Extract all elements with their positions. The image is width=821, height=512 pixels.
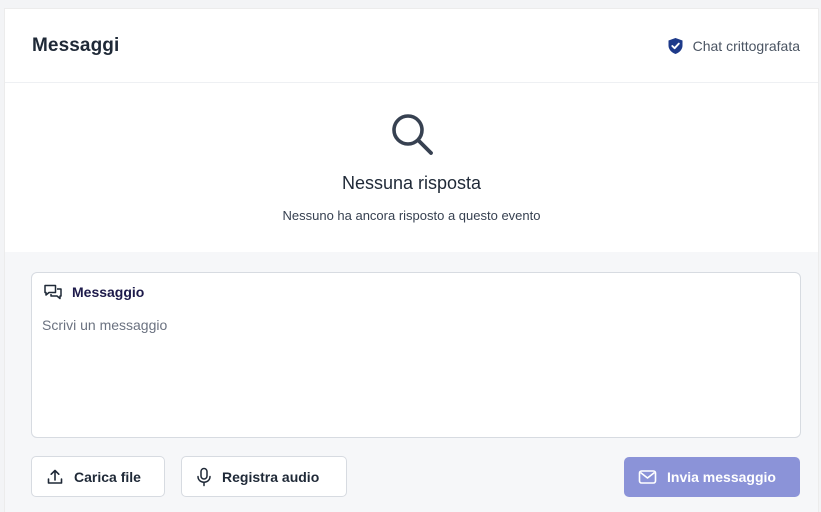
search-icon	[389, 111, 435, 157]
encryption-label: Chat crittografata	[692, 37, 800, 54]
message-input[interactable]	[42, 317, 790, 427]
envelope-icon	[638, 469, 657, 485]
messages-panel: Messaggi Chat crittografata Nessuna risp…	[4, 8, 819, 512]
upload-icon	[46, 468, 64, 486]
page-title: Messaggi	[32, 34, 120, 56]
chat-bubbles-icon	[43, 283, 63, 301]
send-message-label: Invia messaggio	[667, 469, 776, 485]
empty-state-subtitle: Nessuno ha ancora risposto a questo even…	[282, 208, 541, 223]
upload-file-button[interactable]: Carica file	[31, 456, 165, 497]
message-composer: Messaggio Carica file Registra au	[5, 252, 818, 512]
encryption-badge: Chat crittografata	[667, 37, 800, 55]
shield-check-icon	[667, 37, 684, 55]
empty-state: Nessuna risposta Nessuno ha ancora rispo…	[5, 83, 818, 251]
microphone-icon	[196, 467, 212, 487]
message-label-text: Messaggio	[72, 284, 145, 300]
record-audio-button[interactable]: Registra audio	[181, 456, 347, 497]
upload-file-label: Carica file	[74, 468, 141, 485]
send-message-button[interactable]: Invia messaggio	[624, 457, 800, 497]
panel-header: Messaggi Chat crittografata	[5, 9, 818, 83]
message-label: Messaggio	[43, 283, 144, 301]
empty-state-title: Nessuna risposta	[341, 173, 482, 193]
record-audio-label: Registra audio	[222, 468, 320, 485]
message-box: Messaggio	[31, 272, 801, 438]
